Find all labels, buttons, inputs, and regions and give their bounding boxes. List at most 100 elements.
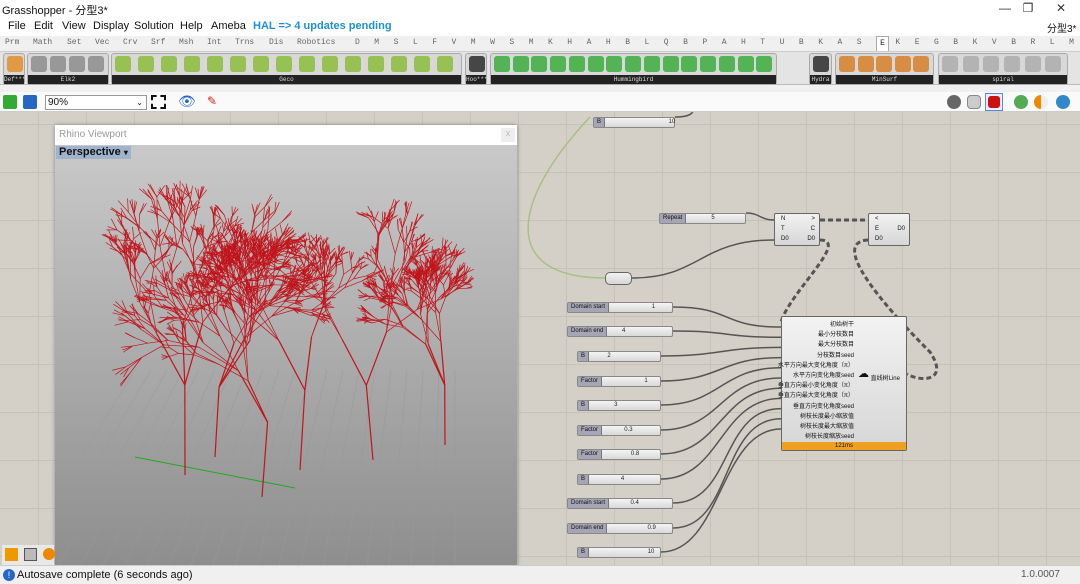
input-D0[interactable]: D0	[781, 236, 789, 242]
component-icon[interactable]	[813, 56, 829, 72]
component-icon[interactable]	[414, 56, 430, 72]
number-slider[interactable]: Repeat 5	[659, 213, 746, 224]
input-T[interactable]: T	[781, 226, 785, 232]
tab-r[interactable]: R	[1031, 38, 1036, 47]
component-icon[interactable]	[230, 56, 246, 72]
menu-file[interactable]: File	[8, 20, 26, 32]
relay-component[interactable]	[605, 272, 632, 285]
number-slider[interactable]: B 10	[593, 117, 675, 128]
tab-k[interactable]: K	[895, 38, 900, 47]
component-icon[interactable]	[550, 56, 567, 72]
tab-msh[interactable]: Msh	[179, 38, 193, 47]
tab-m[interactable]: M	[374, 38, 379, 47]
component-icon[interactable]	[913, 56, 930, 72]
preview-wire-icon[interactable]	[947, 95, 961, 109]
save-file-icon[interactable]	[23, 95, 37, 109]
tab-srf[interactable]: Srf	[151, 38, 165, 47]
tab-q[interactable]: Q	[664, 38, 669, 47]
input-<[interactable]: <	[875, 216, 879, 222]
tab-vec[interactable]: Vec	[95, 38, 109, 47]
close-button[interactable]: ✕	[1046, 1, 1076, 17]
component-icon[interactable]	[345, 56, 361, 72]
tab-b[interactable]: B	[683, 38, 688, 47]
menu-view[interactable]: View	[62, 20, 86, 32]
component-icon[interactable]	[942, 56, 958, 72]
component-icon[interactable]	[322, 56, 338, 72]
tab-v[interactable]: V	[452, 38, 457, 47]
document-preview-icon[interactable]	[1034, 95, 1048, 109]
sketch-pen-icon[interactable]: ✎	[207, 94, 217, 108]
tab-set[interactable]: Set	[67, 38, 81, 47]
perspective-view-menu[interactable]: Perspective ▾	[56, 146, 131, 159]
tab-b[interactable]: B	[1011, 38, 1016, 47]
loop-end-component[interactable]: < E D0 D0	[868, 213, 910, 246]
component-icon[interactable]	[962, 56, 979, 72]
tab-t[interactable]: T	[760, 38, 765, 47]
slider-value[interactable]: 4	[621, 475, 624, 484]
component-icon[interactable]	[839, 56, 855, 72]
component-icon[interactable]	[469, 56, 485, 72]
slider-value[interactable]: 1	[652, 303, 655, 312]
component-icon[interactable]	[894, 56, 911, 72]
tab-d[interactable]: D	[355, 38, 360, 47]
component-icon[interactable]	[161, 56, 177, 72]
slider-value[interactable]: 5	[711, 214, 714, 223]
tab-b[interactable]: B	[953, 38, 958, 47]
component-icon[interactable]	[88, 56, 104, 72]
tab-b[interactable]: B	[625, 38, 630, 47]
component-icon[interactable]	[50, 56, 66, 72]
tab-math[interactable]: Math	[33, 38, 52, 47]
tab-u[interactable]: U	[780, 38, 785, 47]
tab-m[interactable]: M	[529, 38, 534, 47]
number-slider[interactable]: B 10	[577, 547, 661, 558]
component-icon[interactable]	[437, 56, 453, 72]
number-slider[interactable]: Domain start 0.4	[567, 498, 673, 509]
component-input[interactable]: 垂直方向最小变化角度（π）	[778, 380, 854, 389]
tab-p[interactable]: P	[702, 38, 707, 47]
component-icon[interactable]	[512, 56, 529, 72]
grasshopper-canvas[interactable]: Rhino Viewport x Perspective ▾ B 10 Repeat…	[0, 112, 1080, 565]
component-icon[interactable]	[737, 56, 754, 72]
tab-m[interactable]: M	[471, 38, 476, 47]
tab-a[interactable]: A	[587, 38, 592, 47]
component-icon[interactable]	[1004, 56, 1020, 72]
preview-selected-icon[interactable]	[1014, 95, 1028, 109]
tab-crv[interactable]: Crv	[123, 38, 137, 47]
component-icon[interactable]	[625, 56, 642, 72]
zoom-select[interactable]: 90% ⌄	[45, 95, 147, 110]
preview-shaded-icon[interactable]	[967, 95, 981, 109]
number-slider[interactable]: Domain end 4	[567, 326, 673, 337]
output-C[interactable]: C	[811, 226, 815, 232]
tab-s[interactable]: S	[394, 38, 399, 47]
number-slider[interactable]: B4	[577, 474, 661, 485]
component-icon[interactable]	[643, 56, 660, 72]
component-input[interactable]: 垂直方向最大变化角度（π）	[778, 390, 854, 399]
slider-value[interactable]: 2	[607, 352, 610, 361]
tab-h[interactable]: H	[567, 38, 572, 47]
input-D0[interactable]: D0	[875, 236, 883, 242]
slider-value[interactable]: 0.3	[624, 426, 632, 435]
component-input[interactable]: 树枝长度缩放seed	[805, 431, 854, 440]
component-icon[interactable]	[184, 56, 200, 72]
tab-k[interactable]: K	[973, 38, 978, 47]
component-icon[interactable]	[700, 56, 717, 72]
menu-solution[interactable]: Solution	[134, 20, 174, 32]
tab-g[interactable]: G	[934, 38, 939, 47]
component-icon[interactable]	[531, 56, 548, 72]
restore-button[interactable]: ❐	[1013, 1, 1043, 17]
tab-l[interactable]: L	[1050, 38, 1055, 47]
tab-a[interactable]: A	[722, 38, 727, 47]
component-icon[interactable]	[138, 56, 154, 72]
number-slider[interactable]: Domain end 0.9	[567, 523, 673, 534]
tab-l[interactable]: L	[645, 38, 650, 47]
viewport-3d-view[interactable]: Perspective ▾	[55, 145, 517, 565]
tab-s[interactable]: S	[857, 38, 862, 47]
component-icon[interactable]	[276, 56, 292, 72]
tab-k[interactable]: K	[818, 38, 823, 47]
download-icon[interactable]	[24, 548, 37, 561]
tab-f[interactable]: F	[432, 38, 437, 47]
component-icon[interactable]	[1045, 56, 1062, 72]
menu-ameba[interactable]: Ameba	[211, 20, 246, 32]
component-icon[interactable]	[983, 56, 1000, 72]
component-icon[interactable]	[115, 56, 131, 72]
